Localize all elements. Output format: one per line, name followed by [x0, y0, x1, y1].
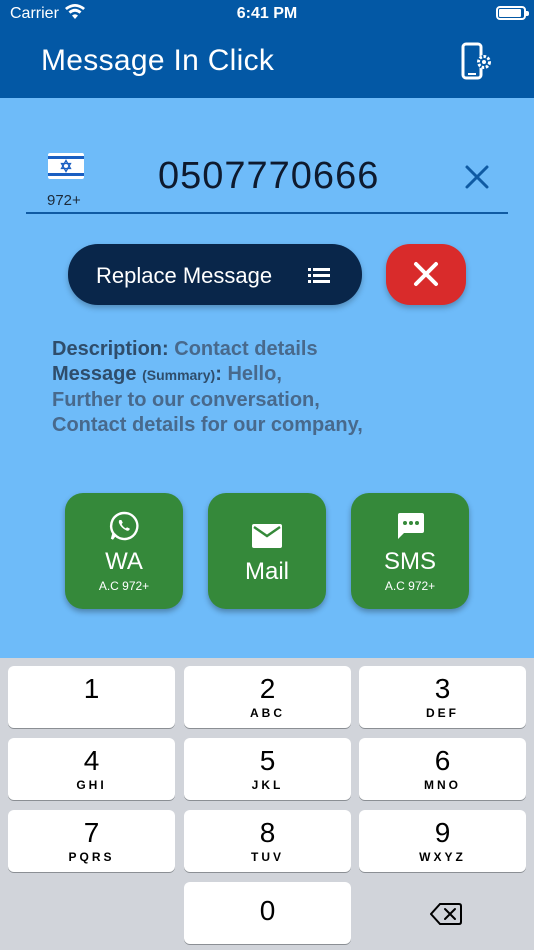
key-digit: 4 — [83, 745, 100, 776]
israel-flag-icon[interactable] — [48, 153, 84, 179]
key-8[interactable]: 8 TUV — [184, 810, 351, 872]
replace-message-button[interactable]: Replace Message — [68, 244, 362, 305]
key-letters: JKL — [251, 778, 284, 792]
key-digit: 3 — [434, 673, 451, 704]
key-letters: MNO — [424, 778, 461, 792]
sms-icon — [398, 513, 424, 539]
clock: 6:41 PM — [236, 5, 298, 22]
key-0[interactable]: 0 — [184, 882, 351, 944]
key-2[interactable]: 2 ABC — [184, 666, 351, 728]
backspace-icon[interactable] — [430, 902, 462, 926]
key-9[interactable]: 9 WXYZ — [359, 810, 526, 872]
key-digit: 0 — [259, 895, 276, 926]
key-letters: PQRS — [68, 850, 115, 864]
key-digit: 9 — [434, 817, 451, 848]
description-line: Description: Contact details — [52, 337, 512, 362]
cancel-button[interactable] — [386, 244, 466, 305]
key-letters: GHI — [76, 778, 107, 792]
summary-tag: (Summary) — [142, 367, 216, 383]
phone-number-field[interactable]: 0507770666 — [158, 155, 379, 198]
key-letters: ABC — [250, 706, 285, 720]
sms-label: SMS — [383, 548, 436, 575]
replace-message-label: Replace Message — [96, 263, 273, 288]
description-value: Contact details — [174, 338, 318, 360]
key-letters: DEF — [426, 706, 459, 720]
mail-send-button[interactable]: Mail — [208, 493, 326, 609]
sms-send-button[interactable]: SMS A.C 972+ — [351, 493, 469, 609]
key-4[interactable]: 4 GHI — [8, 738, 175, 800]
sms-sub-label: A.C 972+ — [384, 579, 436, 593]
key-letters: TUV — [251, 850, 284, 864]
key-3[interactable]: 3 DEF — [359, 666, 526, 728]
country-prefix[interactable]: 972+ — [47, 192, 81, 209]
app-header: Carrier 6:41 PM Message In Click — [0, 0, 534, 98]
key-digit: 2 — [259, 673, 276, 704]
whatsapp-send-button[interactable]: WA A.C 972+ — [65, 493, 183, 609]
message-colon: : — [215, 363, 222, 385]
key-digit: 6 — [434, 745, 451, 776]
key-digit: 5 — [259, 745, 276, 776]
whatsapp-icon — [109, 511, 139, 541]
battery-fill — [499, 9, 521, 17]
status-bar: Carrier 6:41 PM — [0, 0, 534, 30]
key-digit: 7 — [83, 817, 100, 848]
key-5[interactable]: 5 JKL — [184, 738, 351, 800]
message-label: Message — [52, 363, 137, 385]
message-line-2: Further to our conversation, — [52, 389, 320, 411]
key-6[interactable]: 6 MNO — [359, 738, 526, 800]
whatsapp-sub-label: A.C 972+ — [98, 579, 150, 593]
phone-input-underline — [26, 212, 508, 214]
close-icon — [414, 262, 438, 286]
list-icon — [308, 268, 330, 283]
battery-icon — [496, 6, 529, 20]
key-1[interactable]: 1 — [8, 666, 175, 728]
app-title: Message In Click — [41, 44, 275, 77]
message-line: Message (Summary): Hello, — [52, 362, 512, 388]
mail-label: Mail — [244, 558, 289, 585]
whatsapp-label: WA — [105, 548, 143, 575]
phone-settings-icon[interactable] — [458, 42, 494, 82]
description-label: Description: — [52, 338, 169, 360]
key-digit: 8 — [259, 817, 276, 848]
clear-number-icon[interactable] — [462, 162, 492, 192]
key-digit: 1 — [83, 673, 100, 704]
mail-icon — [252, 524, 282, 548]
message-description: Description: Contact details Message (Su… — [52, 337, 512, 438]
key-letters: WXYZ — [419, 850, 466, 864]
message-line-1: Hello, — [227, 363, 282, 385]
key-7[interactable]: 7 PQRS — [8, 810, 175, 872]
message-line-3: Contact details for our company, — [52, 414, 363, 436]
